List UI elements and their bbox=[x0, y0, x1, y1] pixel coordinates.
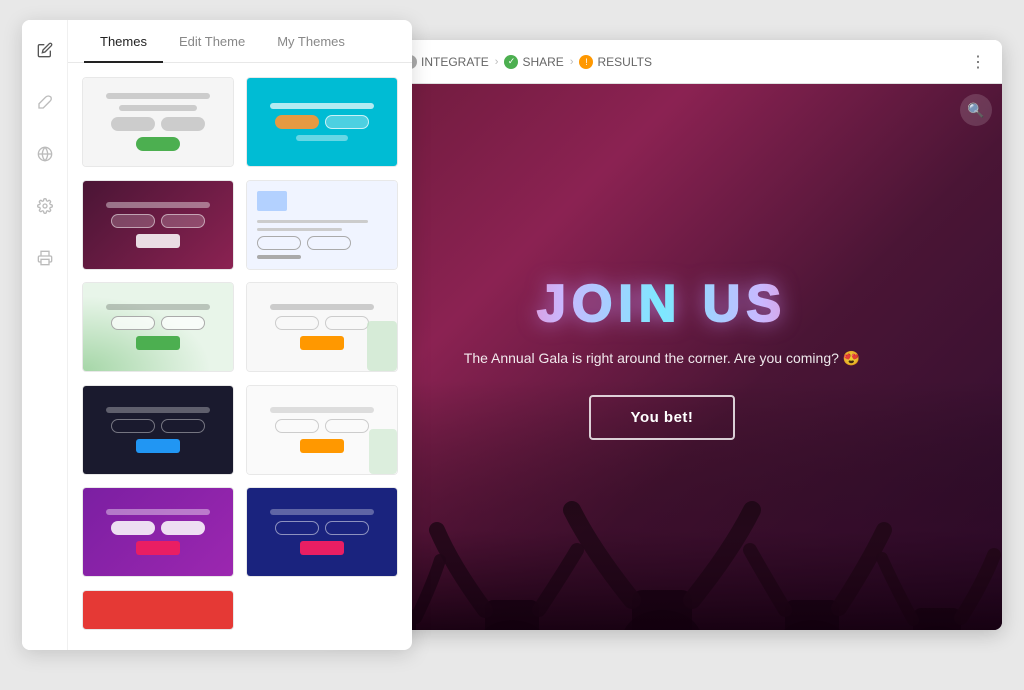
theme-card-blueberry[interactable]: Blueberry bbox=[246, 487, 398, 578]
sidebar-icons bbox=[22, 20, 68, 650]
breadcrumb-integrate: i INTEGRATE bbox=[403, 55, 489, 69]
thumb-btn bbox=[275, 115, 319, 129]
theme-thumbnail-blueberry bbox=[246, 487, 398, 577]
thumb-btn bbox=[136, 336, 180, 350]
theme-thumbnail-default bbox=[82, 77, 234, 167]
thumb-btn bbox=[161, 316, 205, 330]
preview-search-icon[interactable]: 🔍 bbox=[960, 94, 992, 126]
sidebar-gear-icon[interactable] bbox=[29, 190, 61, 222]
hero-button[interactable]: You bet! bbox=[589, 395, 736, 440]
preview-toolbar-icons: ⋮ bbox=[966, 50, 990, 74]
app-container: B BUILD › i INTEGRATE › ✓ SHARE › ! RESU… bbox=[22, 20, 1002, 670]
theme-thumbnail-cornerbooth bbox=[246, 282, 398, 372]
left-panel: Themes Edit Theme My Themes bbox=[22, 20, 412, 650]
tab-my-themes[interactable]: My Themes bbox=[261, 20, 361, 63]
sep3: › bbox=[570, 56, 574, 68]
thumb-btn bbox=[136, 234, 180, 248]
thumb-btn-row bbox=[257, 236, 351, 250]
preview-content: 🔍 JOIN US The Annual Gala is right aroun… bbox=[322, 84, 1002, 630]
breadcrumb-results: ! RESULTS bbox=[579, 55, 651, 69]
theme-card-horatio[interactable]: Horatio bbox=[246, 385, 398, 476]
preview-window: B BUILD › i INTEGRATE › ✓ SHARE › ! RESU… bbox=[322, 40, 1002, 630]
hero-content: JOIN US The Annual Gala is right around … bbox=[464, 274, 860, 440]
theme-thumbnail-horatio bbox=[246, 385, 398, 475]
theme-card-footloose[interactable]: Footloose bbox=[82, 180, 234, 271]
breadcrumb-share-label: SHARE bbox=[522, 55, 563, 69]
thumb-btn bbox=[111, 214, 155, 228]
hero-title: JOIN US bbox=[464, 274, 860, 334]
thumb-btn bbox=[257, 236, 301, 250]
thumb-bar bbox=[106, 202, 210, 208]
thumb-bar bbox=[119, 105, 197, 111]
theme-card-aurora[interactable]: Aurora bbox=[82, 487, 234, 578]
tab-edit-theme[interactable]: Edit Theme bbox=[163, 20, 261, 63]
hero-subtitle: The Annual Gala is right around the corn… bbox=[464, 350, 860, 367]
theme-thumbnail-footloose bbox=[82, 180, 234, 270]
theme-card-partial[interactable] bbox=[82, 590, 234, 636]
themes-panel: Themes Edit Theme My Themes bbox=[68, 20, 412, 650]
sep2: › bbox=[495, 56, 499, 68]
more-options-button[interactable]: ⋮ bbox=[966, 50, 990, 74]
theme-card-opulence[interactable]: Opulence bbox=[82, 385, 234, 476]
thumb-btn-row bbox=[111, 117, 205, 131]
theme-card-engage[interactable]: Engage bbox=[246, 77, 398, 168]
thumb-btn bbox=[325, 115, 369, 129]
thumb-btn bbox=[161, 117, 205, 131]
preview-toolbar: B BUILD › i INTEGRATE › ✓ SHARE › ! RESU… bbox=[322, 40, 1002, 84]
theme-thumbnail-foliage bbox=[82, 282, 234, 372]
theme-thumbnail-effervesce bbox=[246, 180, 398, 270]
sidebar-pencil-icon[interactable] bbox=[29, 34, 61, 66]
share-icon: ✓ bbox=[504, 55, 518, 69]
tab-themes[interactable]: Themes bbox=[84, 20, 163, 63]
theme-card-foliage[interactable]: Foliage bbox=[82, 282, 234, 373]
themes-grid: Default Theme Engage bbox=[68, 63, 412, 650]
theme-card-default[interactable]: Default Theme bbox=[82, 77, 234, 168]
sidebar-print-icon[interactable] bbox=[29, 242, 61, 274]
theme-card-effervesce[interactable]: Effervesce bbox=[246, 180, 398, 271]
breadcrumb-results-label: RESULTS bbox=[597, 55, 651, 69]
thumb-btn-row bbox=[111, 316, 205, 330]
thumb-btn bbox=[161, 214, 205, 228]
breadcrumb-integrate-label: INTEGRATE bbox=[421, 55, 489, 69]
theme-card-cornerbooth[interactable]: Cornerbooth bbox=[246, 282, 398, 373]
theme-thumbnail-partial bbox=[82, 590, 234, 630]
theme-thumbnail-aurora bbox=[82, 487, 234, 577]
breadcrumb-share: ✓ SHARE bbox=[504, 55, 563, 69]
thumb-btn-row bbox=[111, 214, 205, 228]
thumb-btn bbox=[111, 316, 155, 330]
thumb-btn bbox=[307, 236, 351, 250]
themes-tabs: Themes Edit Theme My Themes bbox=[68, 20, 412, 63]
thumb-btn bbox=[111, 117, 155, 131]
results-icon: ! bbox=[579, 55, 593, 69]
thumb-btn-row bbox=[275, 115, 369, 129]
theme-thumbnail-engage bbox=[246, 77, 398, 167]
theme-thumbnail-opulence bbox=[82, 385, 234, 475]
thumb-bar bbox=[106, 93, 210, 99]
thumb-bar bbox=[296, 135, 348, 141]
sidebar-brush-icon[interactable] bbox=[29, 86, 61, 118]
sidebar-globe-icon[interactable] bbox=[29, 138, 61, 170]
thumb-btn bbox=[136, 137, 180, 151]
thumb-bar bbox=[270, 103, 374, 109]
